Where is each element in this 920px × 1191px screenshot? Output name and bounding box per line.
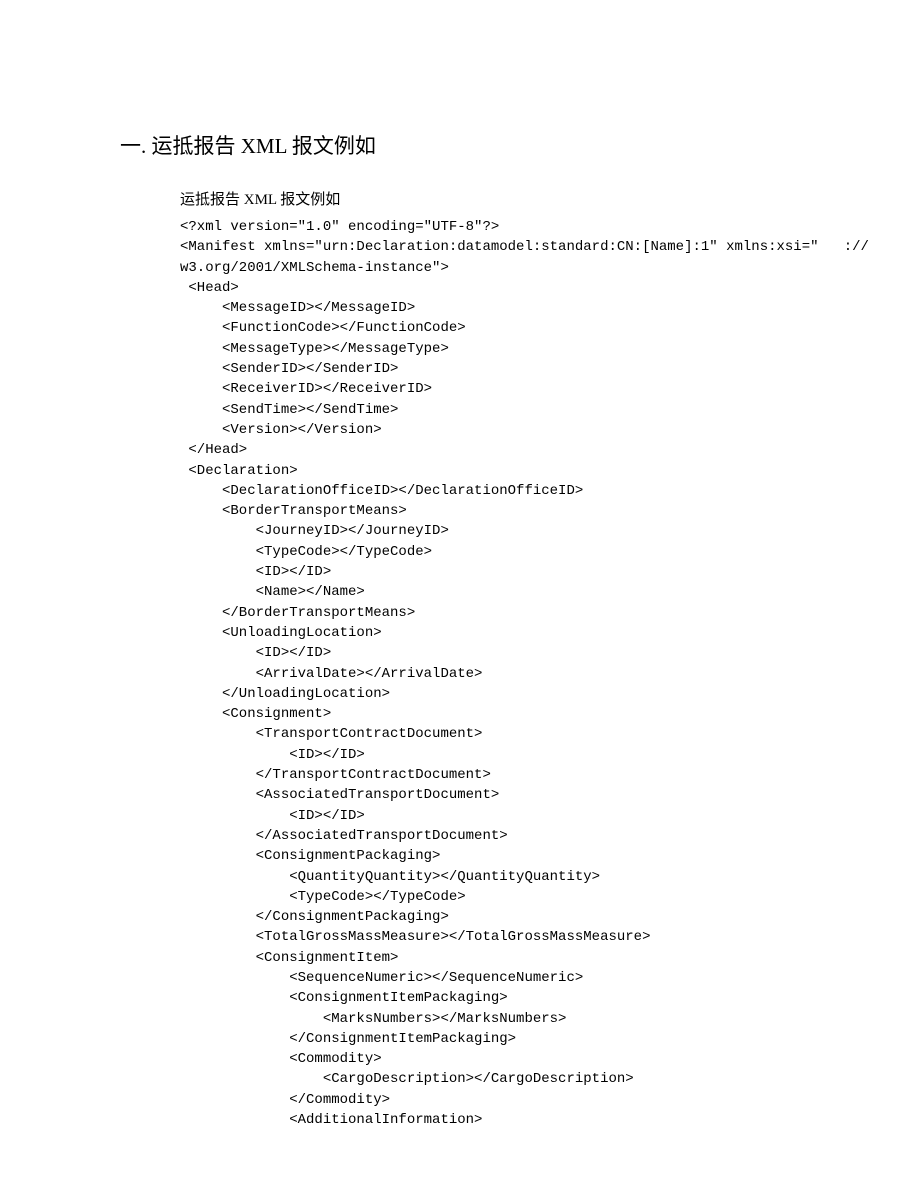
section-heading: 一. 运抵报告 XML 报文例如 (120, 130, 810, 160)
section-subheading: 运抵报告 XML 报文例如 (180, 188, 810, 209)
xml-code-block: <?xml version="1.0" encoding="UTF-8"?> <… (180, 217, 810, 1130)
document-page: 一. 运抵报告 XML 报文例如 运抵报告 XML 报文例如 <?xml ver… (0, 0, 920, 1190)
